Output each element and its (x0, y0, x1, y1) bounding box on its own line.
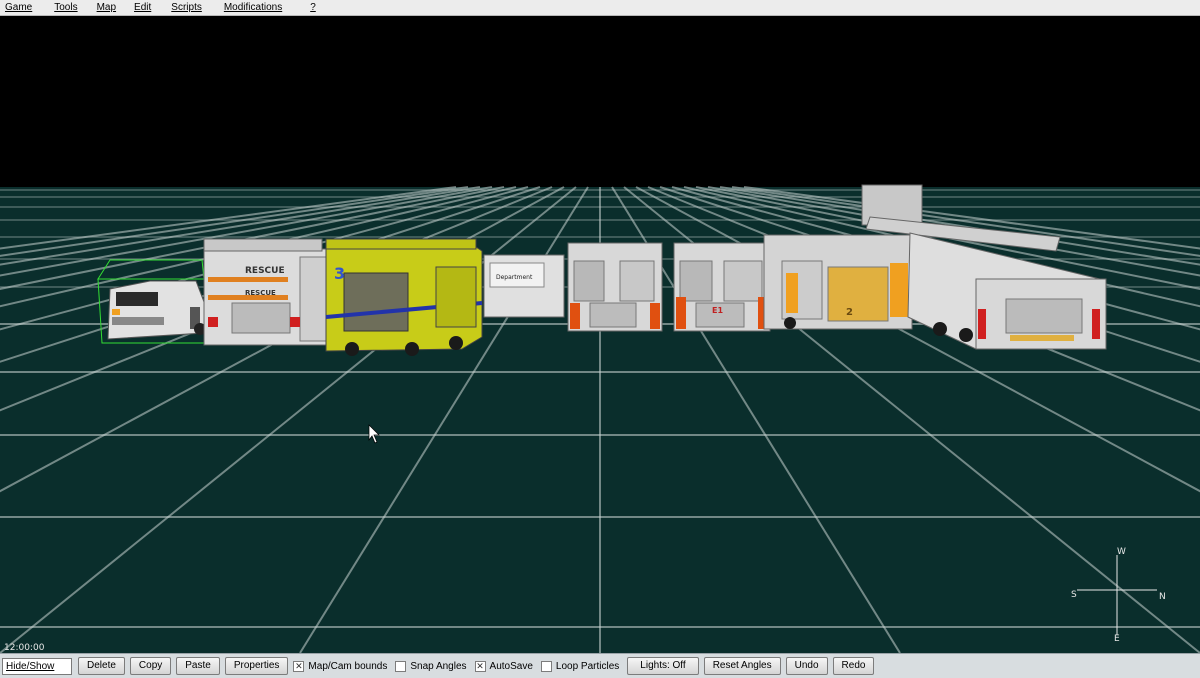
autosave-check-icon: ✕ (474, 660, 486, 672)
loop-particles-label: Loop Particles (555, 660, 620, 672)
compass-north-label: N (1159, 592, 1166, 602)
undo-button[interactable]: Undo (785, 657, 828, 675)
game-clock: 12:00:00 (4, 643, 45, 653)
engine-truck-e1[interactable]: E1 (673, 242, 771, 332)
menu-edit[interactable]: Edit (130, 0, 155, 16)
reset-angles-button[interactable]: Reset Angles (703, 657, 781, 675)
utility-trailer[interactable]: Department (483, 254, 565, 318)
engine-truck-a[interactable] (567, 242, 663, 332)
paste-button[interactable]: Paste (176, 657, 220, 675)
hide-show-button[interactable]: Hide/Show (2, 657, 72, 675)
properties-button[interactable]: Properties (224, 657, 289, 675)
menu-help[interactable]: ? (306, 0, 320, 16)
snap-angles-check-icon (395, 660, 407, 672)
menu-game[interactable]: Game (1, 0, 36, 16)
rescue-top-label: RESCUE (245, 266, 285, 276)
delete-button[interactable]: Delete (78, 657, 125, 675)
autosave-label: AutoSave (489, 660, 533, 672)
snap-angles-label: Snap Angles (410, 660, 467, 672)
department-label: Department (496, 274, 533, 281)
rescue-bottom-label: RESCUE (245, 289, 276, 297)
lights-toggle-button[interactable]: Lights: Off (627, 657, 699, 675)
compass-south-label: S (1071, 590, 1077, 600)
autosave-checkbox[interactable]: ✕ AutoSave (474, 660, 533, 672)
snap-angles-checkbox[interactable]: Snap Angles (395, 660, 467, 672)
menu-map[interactable]: Map (93, 0, 120, 16)
engine-e1-label: E1 (712, 306, 723, 315)
arff-number-label: 3 (334, 264, 345, 283)
map-cam-bounds-check-icon: ✕ (293, 660, 305, 672)
compass-west-label: W (1117, 547, 1126, 557)
loop-particles-check-icon (540, 660, 552, 672)
menu-tools[interactable]: Tools (50, 0, 81, 16)
editor-toolbar: Hide/Show Delete Copy Paste Properties ✕… (0, 653, 1200, 678)
menu-modifications[interactable]: Modifications (220, 0, 286, 16)
editor-viewport[interactable]: RESCUE RESCUE 3 Department E1 2 W S N E (0, 17, 1200, 653)
loop-particles-checkbox[interactable]: Loop Particles (540, 660, 620, 672)
arff-truck[interactable]: 3 (325, 238, 483, 356)
map-cam-bounds-checkbox[interactable]: ✕ Map/Cam bounds (293, 660, 388, 672)
map-cam-bounds-label: Map/Cam bounds (308, 660, 388, 672)
rescue-truck[interactable]: RESCUE RESCUE (203, 238, 331, 346)
compass-east-label: E (1114, 634, 1120, 644)
engine-2-label: 2 (846, 307, 853, 318)
menu-scripts[interactable]: Scripts (167, 0, 206, 16)
engine-truck-2[interactable]: 2 (763, 234, 913, 330)
menu-bar: Game Tools Map Edit Scripts Modification… (0, 0, 1200, 16)
sky (0, 17, 1200, 187)
copy-button[interactable]: Copy (129, 657, 172, 675)
redo-button[interactable]: Redo (832, 657, 875, 675)
